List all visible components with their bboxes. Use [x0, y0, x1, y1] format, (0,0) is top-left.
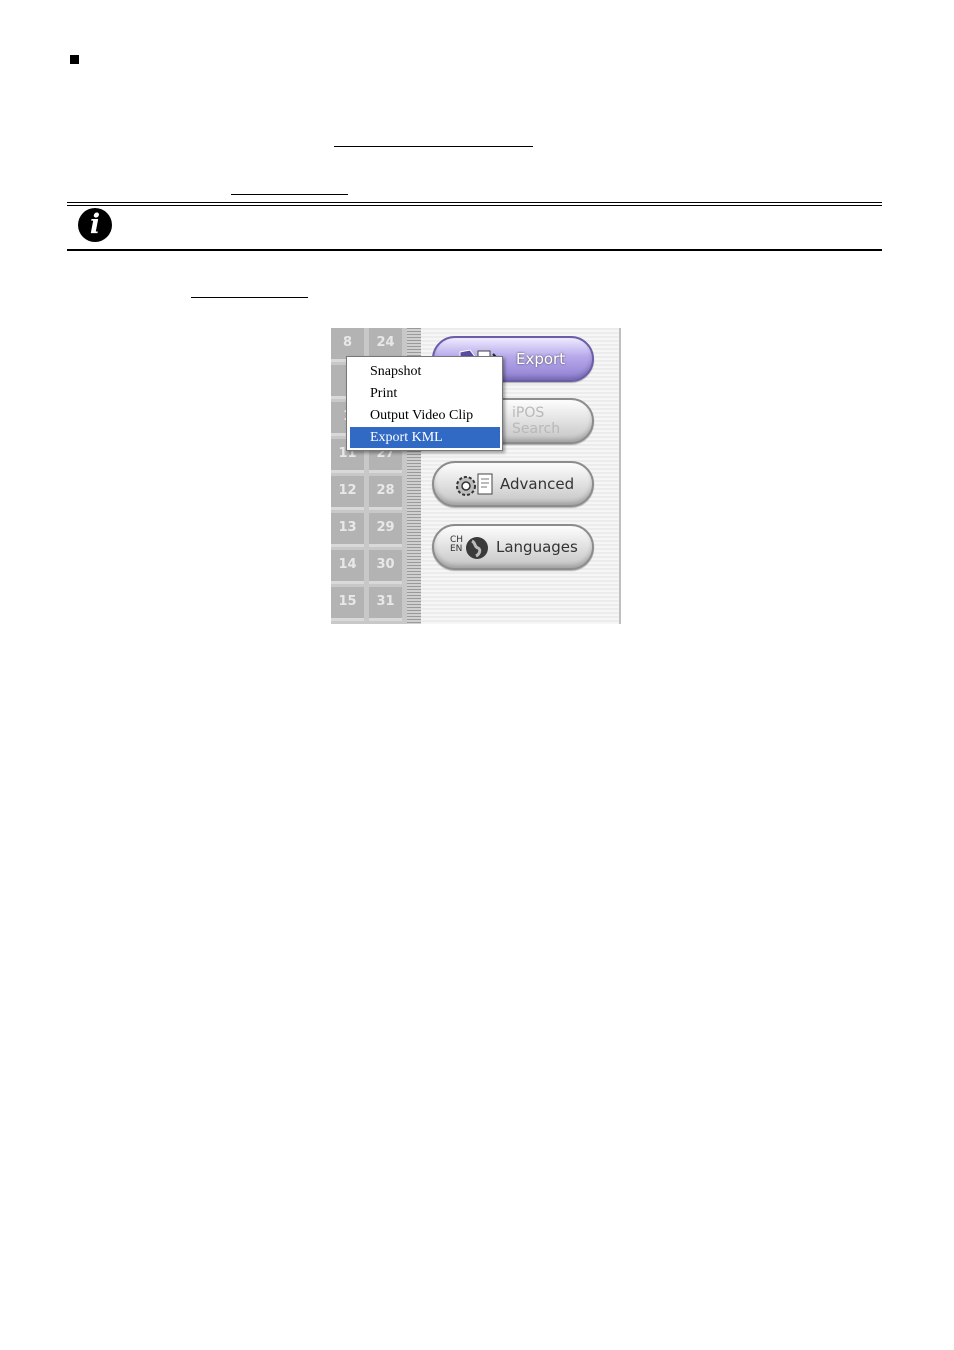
- globe-icon: [466, 537, 488, 559]
- channel-cell[interactable]: 14: [331, 550, 364, 584]
- language-badge: CH EN: [450, 535, 464, 554]
- menu-item-export-kml[interactable]: Export KML: [350, 427, 500, 448]
- bullet-square-icon: [70, 55, 79, 64]
- hyperlink-underline[interactable]: [191, 297, 308, 298]
- channel-cell[interactable]: 31: [369, 587, 402, 621]
- channel-cell[interactable]: 28: [369, 476, 402, 510]
- advanced-button[interactable]: Advanced: [432, 461, 594, 507]
- menu-item-output-video-clip[interactable]: Output Video Clip: [350, 405, 500, 426]
- hyperlink-underline[interactable]: [334, 146, 533, 147]
- languages-button[interactable]: CH EN Languages: [432, 524, 594, 570]
- panel-edge: [619, 328, 621, 624]
- info-icon: i: [78, 208, 112, 242]
- note-rule-top-inner: [67, 205, 882, 206]
- languages-label: Languages: [496, 538, 578, 556]
- note-rule-top: [67, 202, 882, 203]
- channel-cell[interactable]: 13: [331, 513, 364, 547]
- note-rule-bottom: [67, 249, 882, 251]
- channel-cell[interactable]: 12: [331, 476, 364, 510]
- channel-cell[interactable]: 15: [331, 587, 364, 621]
- hyperlink-underline[interactable]: [231, 194, 348, 195]
- gear-icon: [456, 473, 493, 496]
- export-label: Export: [516, 350, 566, 368]
- ipos-search-label: iPOS Search: [512, 405, 561, 437]
- menu-item-snapshot[interactable]: Snapshot: [350, 361, 500, 382]
- channel-cell[interactable]: 30: [369, 550, 402, 584]
- advanced-label: Advanced: [500, 475, 575, 493]
- export-context-menu: Snapshot Print Output Video Clip Export …: [346, 356, 503, 451]
- channel-cell[interactable]: 29: [369, 513, 402, 547]
- export-menu-screenshot: 8 1 11 12 13 14 15 24 27 28 29 30 31 Exp…: [331, 328, 621, 624]
- menu-item-print[interactable]: Print: [350, 383, 500, 404]
